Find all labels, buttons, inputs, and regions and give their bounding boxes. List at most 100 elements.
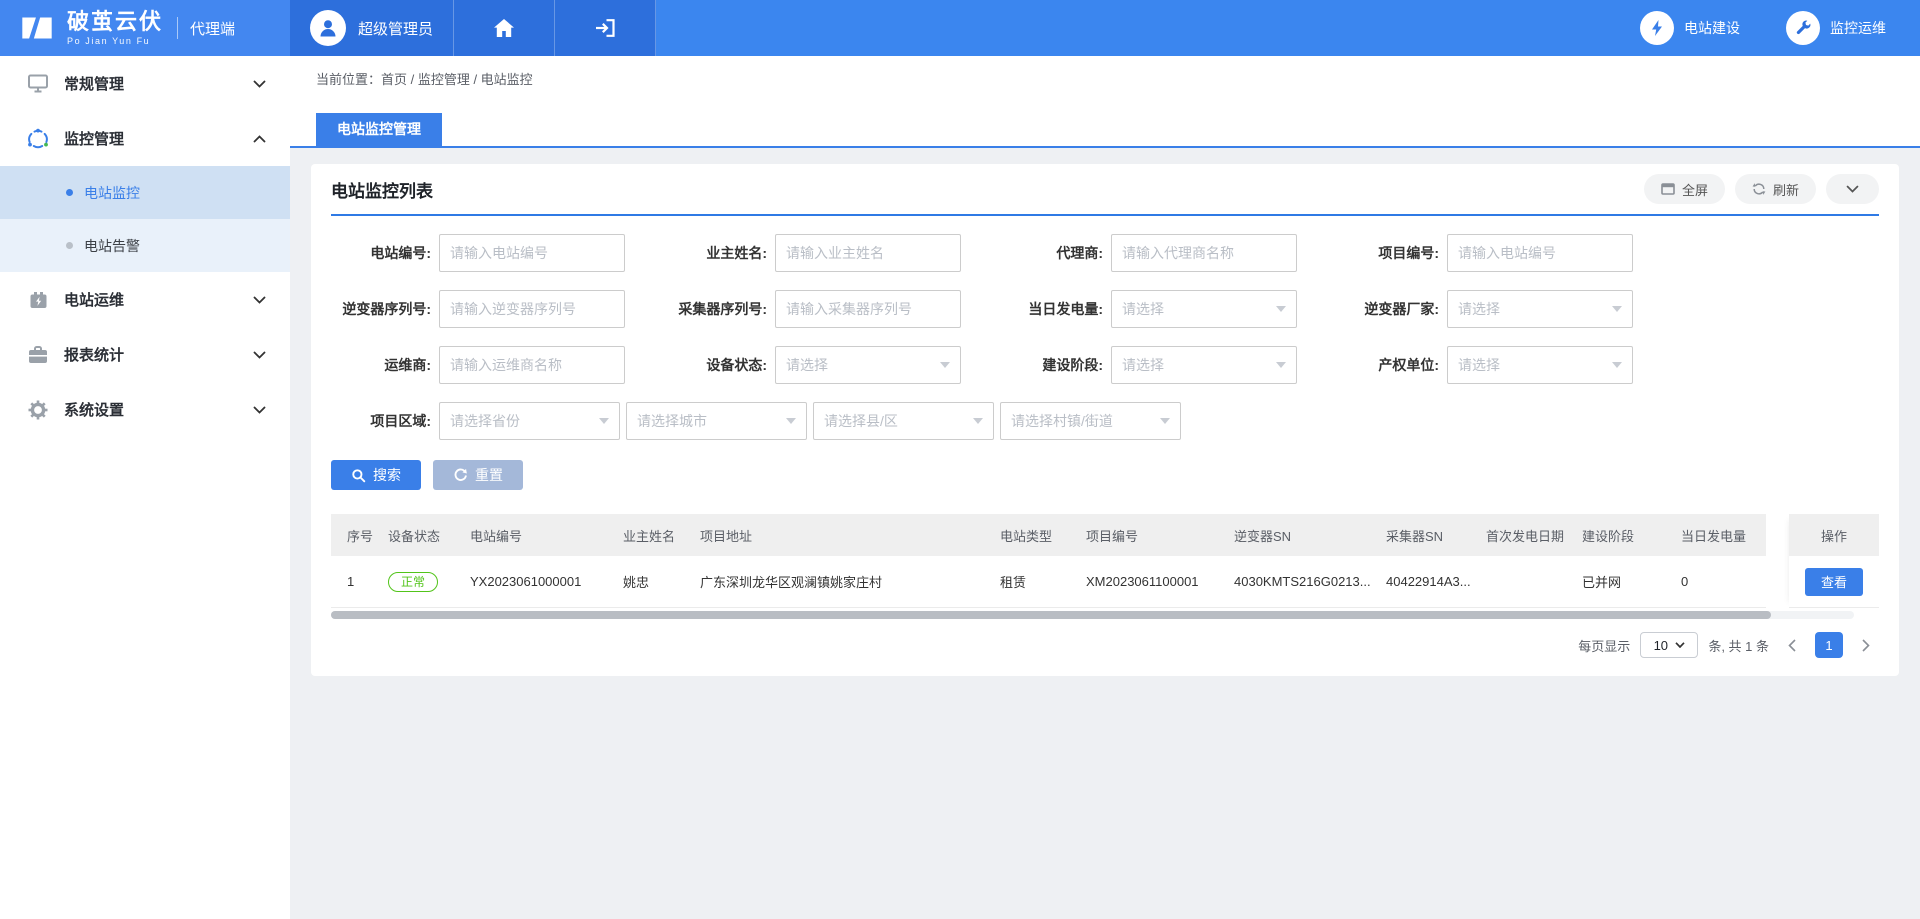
chevron-left-icon [1788,639,1796,652]
home-icon [493,18,515,38]
reset-label: 重置 [475,465,503,485]
sidebar-item-settings[interactable]: 系统设置 [0,382,290,437]
action-column: 操作 查看 [1789,514,1879,608]
nav-monitor-ops-label: 监控运维 [1830,18,1886,38]
collector-sn-input[interactable] [775,290,961,328]
pagesize-select[interactable]: 10 [1640,632,1698,658]
caret-down-icon [1276,362,1286,368]
logout-button[interactable] [555,0,656,56]
total-count-label: 条, 共 1 条 [1708,636,1769,655]
horizontal-scrollbar[interactable] [331,611,1854,619]
pagesize-label: 每页显示 [1578,636,1630,655]
col-device-status: 设备状态 [376,526,458,545]
station-no-input[interactable] [439,234,625,272]
prev-page-button[interactable] [1779,632,1805,658]
refresh-button[interactable]: 刷新 [1735,174,1816,204]
cell-seq: 1 [331,574,376,589]
search-button[interactable]: 搜索 [331,460,421,490]
cell-action: 查看 [1789,556,1879,608]
col-station-type: 电站类型 [988,526,1074,545]
device-status-select[interactable]: 请选择 [775,346,961,384]
fullscreen-button[interactable]: 全屏 [1644,174,1725,204]
select-placeholder: 请选择村镇/街道 [1011,411,1113,431]
sidebar-item-monitor[interactable]: 监控管理 [0,111,290,166]
build-stage-select[interactable]: 请选择 [1111,346,1297,384]
sidebar-subitem-station-alarm[interactable]: 电站告警 [0,219,290,272]
agent-input[interactable] [1111,234,1297,272]
brand-logo-area: 破茧云伏 Po Jian Yun Fu 代理端 [0,0,290,56]
status-badge: 正常 [388,572,438,592]
caret-down-icon [1160,418,1170,424]
chevron-up-icon [253,135,266,143]
col-project-no: 项目编号 [1074,526,1222,545]
caret-down-icon [940,362,950,368]
col-first-gen-date: 首次发电日期 [1474,526,1570,545]
page-number-button[interactable]: 1 [1815,632,1843,658]
select-placeholder: 请选择 [1122,299,1164,319]
nav-station-build[interactable]: 电站建设 [1640,11,1740,45]
town-select[interactable]: 请选择村镇/街道 [1000,402,1181,440]
caret-down-icon [1612,362,1622,368]
battery-bolt-icon [26,291,50,309]
county-select[interactable]: 请选择县/区 [813,402,994,440]
avatar [310,10,346,46]
caret-down-icon [1276,306,1286,312]
col-daily-gen: 当日发电量 [1669,526,1766,545]
caret-down-icon [973,418,983,424]
sidebar-item-station-ops[interactable]: 电站运维 [0,272,290,327]
inverter-sn-input[interactable] [439,290,625,328]
project-no-input[interactable] [1447,234,1633,272]
fullscreen-label: 全屏 [1682,180,1708,199]
sidebar-item-label: 监控管理 [64,128,124,149]
station-monitor-panel: 电站监控列表 全屏 [311,164,1899,676]
portal-name: 代理端 [190,18,235,39]
province-select[interactable]: 请选择省份 [439,402,620,440]
daily-gen-select[interactable]: 请选择 [1111,290,1297,328]
view-button[interactable]: 查看 [1805,568,1863,596]
ops-vendor-input[interactable] [439,346,625,384]
collapse-button[interactable] [1826,174,1879,204]
caret-down-icon [1675,642,1685,648]
user-menu[interactable]: 超级管理员 [290,0,454,56]
sidebar-item-general[interactable]: 常规管理 [0,56,290,111]
chevron-down-icon [253,351,266,359]
username: 超级管理员 [358,18,433,39]
select-placeholder: 请选择 [1122,355,1164,375]
property-unit-select[interactable]: 请选择 [1447,346,1633,384]
fullscreen-icon [1661,183,1675,195]
cell-station-type: 租赁 [988,572,1074,591]
scrollbar-thumb[interactable] [331,611,1771,619]
cell-collector-sn: 40422914A3... [1374,574,1474,589]
caret-down-icon [599,418,609,424]
cell-inverter-sn: 4030KMTS216G0213... [1222,574,1374,589]
field-label: 当日发电量: [1003,299,1111,319]
sidebar-item-reports[interactable]: 报表统计 [0,327,290,382]
refresh-icon [1752,182,1766,196]
cell-device-status: 正常 [376,572,458,592]
tab-station-monitor-mgmt[interactable]: 电站监控管理 [316,113,442,146]
reset-button[interactable]: 重置 [433,460,523,490]
pagination: 每页显示 10 条, 共 1 条 1 [331,632,1879,658]
sidebar-subitem-station-monitor[interactable]: 电站监控 [0,166,290,219]
owner-name-input[interactable] [775,234,961,272]
caret-down-icon [786,418,796,424]
briefcase-icon [26,346,50,364]
inverter-vendor-select[interactable]: 请选择 [1447,290,1633,328]
panel-title: 电站监控列表 [331,177,433,202]
field-label: 建设阶段: [1003,355,1111,375]
cell-owner: 姚忠 [611,572,688,591]
field-label: 项目区域: [331,411,439,431]
col-build-stage: 建设阶段 [1570,526,1669,545]
home-button[interactable] [454,0,555,56]
breadcrumb: 当前位置：首页 / 监控管理 / 电站监控 [290,56,1920,88]
reset-icon [453,468,468,483]
next-page-button[interactable] [1853,632,1879,658]
col-address: 项目地址 [688,526,988,545]
city-select[interactable]: 请选择城市 [626,402,807,440]
select-placeholder: 请选择 [1458,355,1500,375]
nav-station-build-label: 电站建设 [1684,18,1740,38]
nav-monitor-ops[interactable]: 监控运维 [1786,11,1886,45]
field-label: 逆变器厂家: [1339,299,1447,319]
sidebar-subitem-label: 电站告警 [84,236,140,256]
cell-daily-gen: 0 [1669,574,1766,589]
